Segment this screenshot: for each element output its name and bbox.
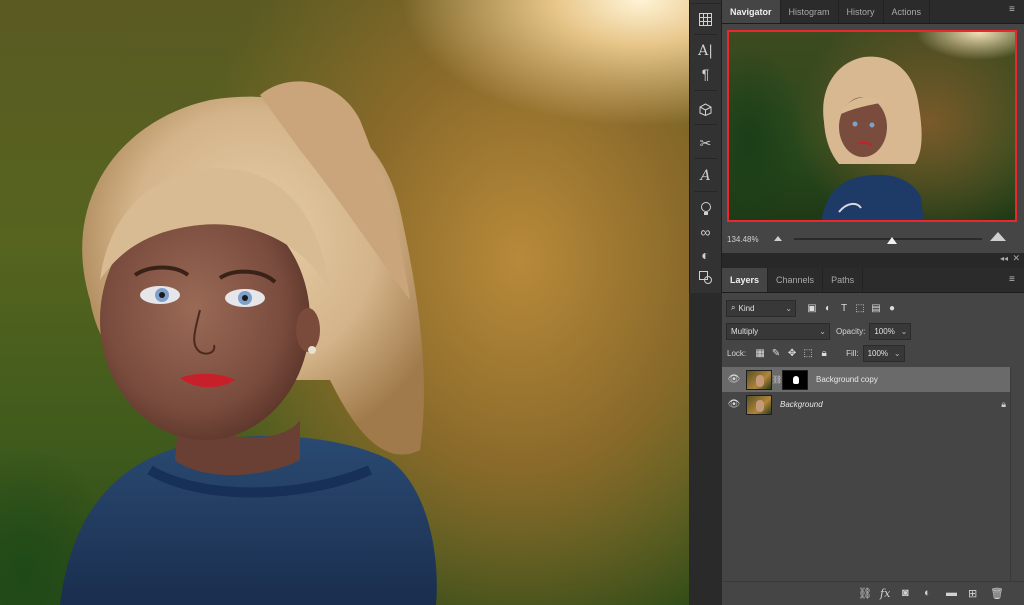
document-canvas[interactable] bbox=[0, 0, 689, 605]
navigator-tabbar: Navigator Histogram History Actions ≡ bbox=[722, 0, 1024, 24]
zoom-out-icon[interactable] bbox=[774, 236, 782, 241]
lock-all-icon[interactable]: 🔒︎ bbox=[816, 348, 832, 359]
layers-footer: ⛓︎ fx ◙ ◐ ▬ ⊞ 🗑︎ bbox=[722, 581, 1024, 605]
fill-label: Fill: bbox=[846, 348, 859, 358]
chevron-down-icon: ⌄ bbox=[900, 326, 908, 336]
tool-presets-icon[interactable]: ✂ bbox=[690, 132, 721, 154]
lock-label: Lock: bbox=[727, 348, 747, 358]
tab-navigator[interactable]: Navigator bbox=[722, 0, 781, 23]
layers-scrollbar[interactable] bbox=[1010, 367, 1024, 581]
tab-paths[interactable]: Paths bbox=[823, 268, 864, 292]
opacity-label: Opacity: bbox=[836, 326, 866, 336]
right-panel-dock: Navigator Histogram History Actions ≡ 13… bbox=[722, 0, 1024, 605]
blend-row: Multiply ⌄ Opacity: 100% ⌄ bbox=[722, 320, 1024, 342]
filter-toggle-icon[interactable]: ● bbox=[884, 303, 900, 314]
grid-icon[interactable] bbox=[690, 8, 721, 30]
adjustment-filter-icon[interactable]: ◐ bbox=[820, 303, 836, 314]
layer-row[interactable]: 👁︎ ⛓︎ Background copy bbox=[722, 367, 1010, 392]
layer-row[interactable]: 👁︎ Background 🔒︎ bbox=[722, 392, 1010, 417]
zoom-slider-thumb[interactable] bbox=[886, 237, 897, 244]
shape-filter-icon[interactable]: ⬚ bbox=[852, 303, 868, 314]
portrait-photo bbox=[60, 81, 437, 605]
lightbulb-icon[interactable] bbox=[690, 198, 721, 220]
link-icon[interactable]: ⛓︎ bbox=[858, 587, 872, 600]
tab-histogram[interactable]: Histogram bbox=[781, 0, 839, 23]
creative-cloud-icon[interactable]: ∞ bbox=[690, 221, 721, 243]
navigator-zoom-value[interactable]: 134.48% bbox=[727, 235, 759, 244]
fill-field[interactable]: 100% ⌄ bbox=[862, 344, 905, 362]
separator bbox=[694, 191, 717, 192]
chevron-down-icon: ⌄ bbox=[785, 303, 792, 313]
layer-mask-thumbnail[interactable] bbox=[782, 369, 808, 390]
column-grip[interactable] bbox=[690, 0, 721, 4]
separator bbox=[694, 124, 717, 125]
panel-icon-column: A| ¶ ✂ A ∞ ◐ bbox=[689, 0, 722, 293]
lock-row: Lock: ▦ ✎ ✥ ⬚ 🔒︎ Fill: 100% ⌄ bbox=[722, 342, 1024, 364]
layer-name[interactable]: Background copy bbox=[816, 375, 878, 384]
zoom-in-icon[interactable] bbox=[990, 232, 1006, 241]
separator bbox=[694, 158, 717, 159]
filter-kind-select[interactable]: ⌕ Kind ⌄ bbox=[726, 299, 796, 317]
blend-mode-select[interactable]: Multiply ⌄ bbox=[726, 322, 830, 340]
collapse-icon[interactable]: ◂◂ bbox=[1000, 254, 1008, 263]
tab-history[interactable]: History bbox=[839, 0, 884, 23]
lock-icon: 🔒︎ bbox=[1001, 399, 1006, 409]
adjustments-icon[interactable]: ◐ bbox=[690, 244, 721, 266]
lock-image-icon[interactable]: ✎ bbox=[768, 348, 784, 359]
layers-panel-menu-icon[interactable]: ≡ bbox=[1009, 275, 1018, 285]
fx-icon[interactable]: fx bbox=[880, 587, 890, 600]
eye-icon[interactable]: 👁︎ bbox=[722, 399, 746, 410]
3d-cube-icon[interactable] bbox=[690, 98, 721, 120]
smart-object-filter-icon[interactable]: ▤ bbox=[868, 303, 884, 314]
panel-collapse-bar: ◂◂ ✕ bbox=[722, 253, 1024, 265]
glyphs-icon[interactable]: A bbox=[690, 165, 721, 187]
lock-position-icon[interactable]: ✥ bbox=[784, 348, 800, 359]
adjustment-layer-icon[interactable]: ◐ bbox=[924, 587, 931, 599]
search-icon: ⌕ bbox=[731, 303, 736, 312]
opacity-field[interactable]: 100% ⌄ bbox=[869, 322, 912, 340]
paragraph-icon[interactable]: ¶ bbox=[690, 63, 721, 85]
layers-tabbar: Layers Channels Paths ≡ bbox=[722, 268, 1024, 293]
lock-transparent-icon[interactable]: ▦ bbox=[752, 348, 768, 359]
eye-icon[interactable]: 👁︎ bbox=[722, 374, 746, 385]
tab-layers[interactable]: Layers bbox=[722, 268, 769, 292]
delete-icon[interactable]: 🗑︎ bbox=[990, 587, 1004, 600]
pixel-filter-icon[interactable]: ▣ bbox=[804, 303, 820, 314]
layers-panel: ⌕ Kind ⌄ ▣ ◐ T ⬚ ▤ ● Multiply ⌄ Opacity:… bbox=[722, 293, 1024, 605]
lock-artboard-icon[interactable]: ⬚ bbox=[800, 348, 816, 359]
navigator-preview[interactable] bbox=[727, 30, 1017, 222]
separator bbox=[694, 34, 717, 35]
canvas-strip bbox=[689, 293, 722, 605]
navigator-panel: 134.48% bbox=[722, 24, 1024, 253]
tab-channels[interactable]: Channels bbox=[768, 268, 824, 292]
chevron-down-icon: ⌄ bbox=[819, 326, 826, 336]
separator bbox=[694, 90, 717, 91]
layer-name[interactable]: Background bbox=[780, 400, 823, 409]
character-icon[interactable]: A| bbox=[690, 40, 721, 62]
layer-filter-row: ⌕ Kind ⌄ ▣ ◐ T ⬚ ▤ ● bbox=[722, 297, 1024, 319]
layer-thumbnail[interactable] bbox=[746, 369, 772, 390]
new-layer-icon[interactable]: ⊞ bbox=[968, 587, 977, 600]
add-mask-icon[interactable]: ◙ bbox=[902, 587, 909, 599]
link-icon[interactable]: ⛓︎ bbox=[772, 375, 782, 384]
close-panel-icon[interactable]: ✕ bbox=[1012, 253, 1020, 264]
chevron-down-icon: ⌄ bbox=[893, 348, 901, 358]
type-filter-icon[interactable]: T bbox=[836, 303, 852, 314]
group-icon[interactable]: ▬ bbox=[946, 587, 957, 599]
navigator-preview-image bbox=[821, 56, 924, 220]
clone-source-icon[interactable] bbox=[690, 266, 721, 288]
tab-actions[interactable]: Actions bbox=[884, 0, 931, 23]
layer-thumbnail[interactable] bbox=[746, 394, 772, 415]
panel-menu-icon[interactable]: ≡ bbox=[1009, 5, 1018, 15]
